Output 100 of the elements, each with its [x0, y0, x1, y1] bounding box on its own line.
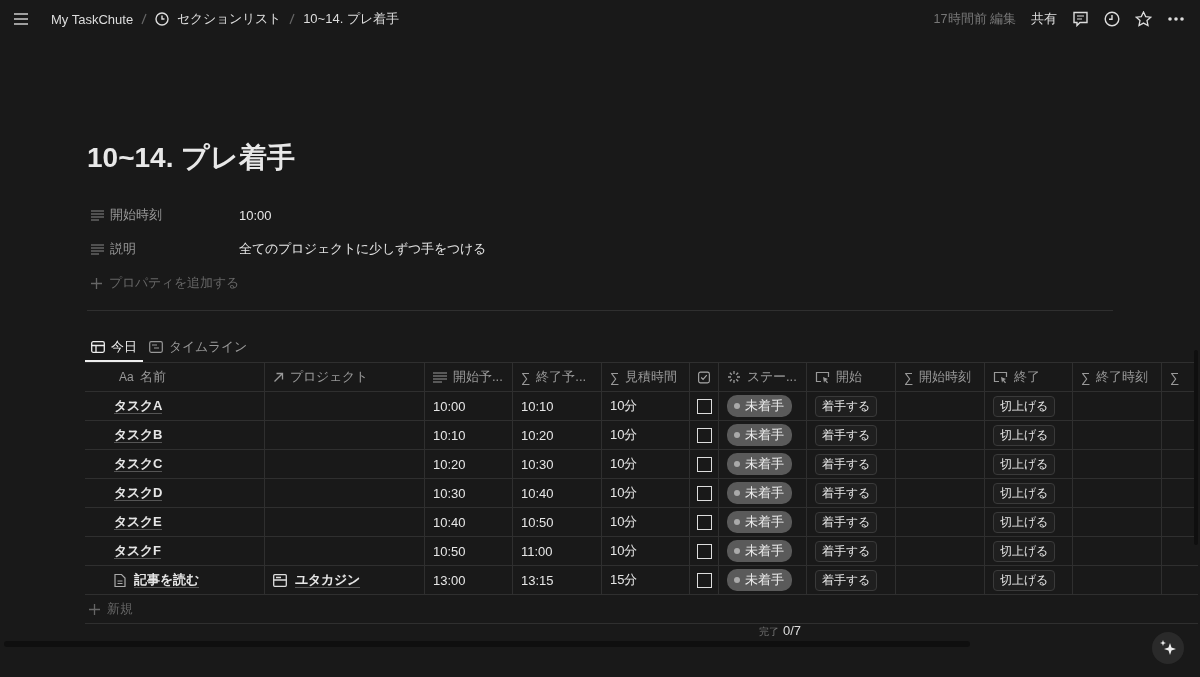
spinner-icon	[727, 370, 741, 384]
property-value[interactable]: 10:00	[239, 207, 272, 223]
slash-separator-icon	[141, 13, 148, 25]
status-tag: 未着手	[727, 569, 792, 591]
table-cell: 10:10	[433, 427, 466, 443]
sparkle-icon	[1159, 639, 1177, 657]
timeline-icon	[149, 340, 163, 353]
table-cell: 10:40	[433, 514, 466, 530]
project-page-icon	[273, 573, 287, 587]
checkbox[interactable]	[696, 398, 712, 414]
done-count: 0/7	[783, 624, 802, 638]
table-cell: 11:00	[521, 543, 553, 559]
table-cell: 10:50	[521, 514, 554, 530]
text-property-icon	[91, 243, 104, 255]
status-tag: 未着手	[727, 453, 792, 475]
table-cell: 10:40	[521, 485, 554, 501]
status-tag: 未着手	[727, 424, 792, 446]
checkbox[interactable]	[696, 456, 712, 472]
start-button[interactable]: 着手する	[815, 424, 877, 446]
property-value[interactable]: 全てのプロジェクトに少しずつ手をつける	[239, 240, 486, 258]
table-cell: 10分	[610, 426, 638, 444]
table-cell: 10:20	[521, 427, 554, 443]
finish-button[interactable]: 切上げる	[993, 424, 1055, 446]
table-cell: 13:00	[433, 572, 466, 588]
table-cell: 10分	[610, 484, 638, 502]
column-header[interactable]: ∑ 終了予...	[513, 363, 602, 391]
sparkle-button[interactable]	[1152, 632, 1184, 664]
table-cell: 10:00	[433, 398, 466, 414]
finish-button[interactable]: 切上げる	[993, 453, 1055, 475]
status-tag: 未着手	[727, 482, 792, 504]
finish-button[interactable]: 切上げる	[993, 569, 1055, 591]
checkbox-icon	[698, 370, 710, 384]
menu-icon[interactable]	[13, 12, 29, 26]
table-cell: 10:20	[433, 456, 466, 472]
checkbox[interactable]	[696, 543, 712, 559]
slash-separator-icon	[289, 13, 296, 25]
table-cell: 10分	[610, 513, 638, 531]
task-name[interactable]: タスクB	[114, 427, 163, 443]
page-title: 10~14. プレ着手	[87, 141, 297, 175]
column-header[interactable]: ∑ 見積時間	[602, 363, 690, 391]
start-button[interactable]: 着手する	[815, 569, 877, 591]
table-cell: 10分	[610, 455, 638, 473]
table-cell: 10:30	[521, 456, 554, 472]
view-tab[interactable]: 今日	[85, 333, 143, 362]
share-button[interactable]: 共有	[1031, 10, 1057, 28]
checkbox[interactable]	[696, 485, 712, 501]
table-cell: 13:15	[521, 572, 554, 588]
column-header[interactable]: 開始	[807, 363, 896, 391]
column-header[interactable]: 開始予...	[425, 363, 513, 391]
plus-icon	[89, 603, 100, 615]
task-name[interactable]: タスクA	[114, 398, 163, 414]
task-name[interactable]: タスクF	[114, 543, 161, 559]
column-header[interactable]: ∑ 終了時刻	[1073, 363, 1162, 391]
breadcrumb-link[interactable]: セクションリスト	[177, 10, 282, 28]
checkbox[interactable]	[696, 572, 712, 588]
property-name: 開始時刻	[110, 206, 162, 224]
task-name[interactable]: タスクD	[114, 485, 163, 501]
more-icon[interactable]	[1167, 16, 1185, 22]
breadcrumb-link[interactable]: My TaskChute	[51, 11, 134, 27]
status-tag: 未着手	[727, 395, 792, 417]
finish-button[interactable]: 切上げる	[993, 395, 1055, 417]
table-cell: 15分	[610, 571, 638, 589]
start-button[interactable]: 着手する	[815, 511, 877, 533]
column-header[interactable]: 終了	[985, 363, 1073, 391]
status-tag: 未着手	[727, 540, 792, 562]
checkbox[interactable]	[696, 427, 712, 443]
edited-time: 17時間前 編集	[933, 10, 1016, 28]
cursor-click-icon	[815, 370, 830, 384]
start-button[interactable]: 着手する	[815, 395, 877, 417]
start-button[interactable]: 着手する	[815, 482, 877, 504]
column-header[interactable]: プロジェクト	[265, 363, 425, 391]
star-icon[interactable]	[1135, 11, 1152, 27]
clock-icon	[155, 12, 170, 26]
finish-button[interactable]: 切上げる	[993, 482, 1055, 504]
finish-button[interactable]: 切上げる	[993, 511, 1055, 533]
calculation-label: 完了	[759, 625, 779, 639]
task-name[interactable]: タスクE	[114, 514, 162, 530]
checkbox[interactable]	[696, 514, 712, 530]
task-name[interactable]: タスクC	[114, 456, 163, 472]
start-button[interactable]: 着手する	[815, 540, 877, 562]
text-property-icon	[91, 209, 104, 221]
breadcrumb-link[interactable]: 10~14. プレ着手	[303, 10, 399, 28]
arrow-icon	[273, 371, 284, 383]
comment-icon[interactable]	[1072, 11, 1089, 27]
clock-icon[interactable]	[1104, 11, 1120, 27]
page-icon	[114, 572, 126, 588]
task-name[interactable]: 記事を読む	[134, 572, 199, 588]
finish-button[interactable]: 切上げる	[993, 540, 1055, 562]
table-cell: 10分	[610, 542, 638, 560]
project-link[interactable]: ユタカジン	[295, 572, 360, 588]
view-tab[interactable]: タイムライン	[143, 333, 253, 362]
column-header[interactable]: ∑ 開始時刻	[896, 363, 985, 391]
status-tag: 未着手	[727, 511, 792, 533]
table-cell: 10:50	[433, 543, 466, 559]
table-cell: 10:10	[521, 398, 554, 414]
start-button[interactable]: 着手する	[815, 453, 877, 475]
text-lines-icon	[433, 371, 447, 383]
table-cell: 10分	[610, 397, 638, 415]
column-header[interactable]: Aa 名前	[85, 363, 265, 391]
column-header[interactable]: ステー...	[719, 363, 807, 391]
